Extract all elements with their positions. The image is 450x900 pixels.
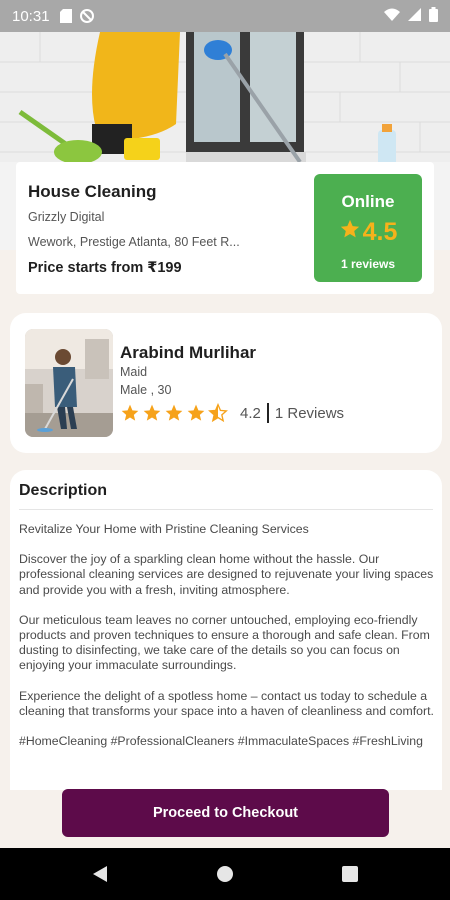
service-price: Price starts from ₹199 <box>28 260 182 276</box>
description-hashtags: #HomeCleaning #ProfessionalCleaners #Imm… <box>19 734 423 749</box>
provider-gender-age: Male , 30 <box>120 383 172 397</box>
description-body: Revitalize Your Home with Pristine Clean… <box>19 522 437 764</box>
battery-icon <box>429 6 438 26</box>
star-full-icon <box>165 404 183 421</box>
rating-divider <box>266 403 269 423</box>
star-half-icon <box>208 403 228 423</box>
status-time: 10:31 <box>12 7 50 25</box>
home-icon[interactable] <box>215 864 235 884</box>
provider-reviews: 1 Reviews <box>274 404 345 422</box>
service-reviews: 1 reviews <box>340 257 396 271</box>
star-full-icon <box>187 404 205 421</box>
status-bar: 10:31 <box>0 0 450 32</box>
signal-icon <box>408 7 421 25</box>
service-rating-value: 4.5 <box>362 218 398 246</box>
provider-card[interactable]: Arabind Murlihar Maid Male , 30 4.2 1 Re… <box>10 313 442 453</box>
description-divider <box>19 509 433 510</box>
service-title: House Cleaning <box>28 182 157 201</box>
star-full-icon <box>121 404 139 421</box>
provider-rating-value: 4.2 <box>240 404 261 422</box>
service-rating: 4.5 <box>314 218 422 247</box>
provider-avatar <box>25 329 113 437</box>
description-card[interactable]: Description Revitalize Your Home with Pr… <box>10 470 442 790</box>
description-paragraph: Revitalize Your Home with Pristine Clean… <box>19 522 309 536</box>
service-card: House Cleaning Grizzly Digital Wework, P… <box>16 162 434 294</box>
sd-card-icon <box>59 9 72 23</box>
service-company: Grizzly Digital <box>28 210 105 224</box>
description-paragraph: Experience the delight of a spotless hom… <box>19 688 434 718</box>
star-icon <box>339 218 361 247</box>
provider-rating-row: 4.2 1 Reviews <box>120 403 344 423</box>
description-paragraph: Our meticulous team leaves no corner unt… <box>19 612 430 673</box>
dnd-icon <box>79 9 94 23</box>
proceed-to-checkout-button[interactable]: Proceed to Checkout <box>62 789 389 837</box>
description-paragraph: Discover the joy of a sparkling clean ho… <box>19 552 434 597</box>
system-nav-bar <box>0 848 450 900</box>
recents-icon[interactable] <box>340 864 360 884</box>
back-icon[interactable] <box>90 864 110 884</box>
description-title: Description <box>19 482 108 499</box>
wifi-icon <box>384 8 400 25</box>
provider-name: Arabind Murlihar <box>120 343 257 362</box>
online-status-label: Online <box>341 192 395 211</box>
star-full-icon <box>143 404 161 421</box>
provider-role: Maid <box>120 365 148 379</box>
service-address: Wework, Prestige Atlanta, 80 Feet R... <box>28 235 240 249</box>
provider-stars <box>120 403 228 423</box>
online-status-box: Online 4.5 1 reviews <box>314 174 422 282</box>
